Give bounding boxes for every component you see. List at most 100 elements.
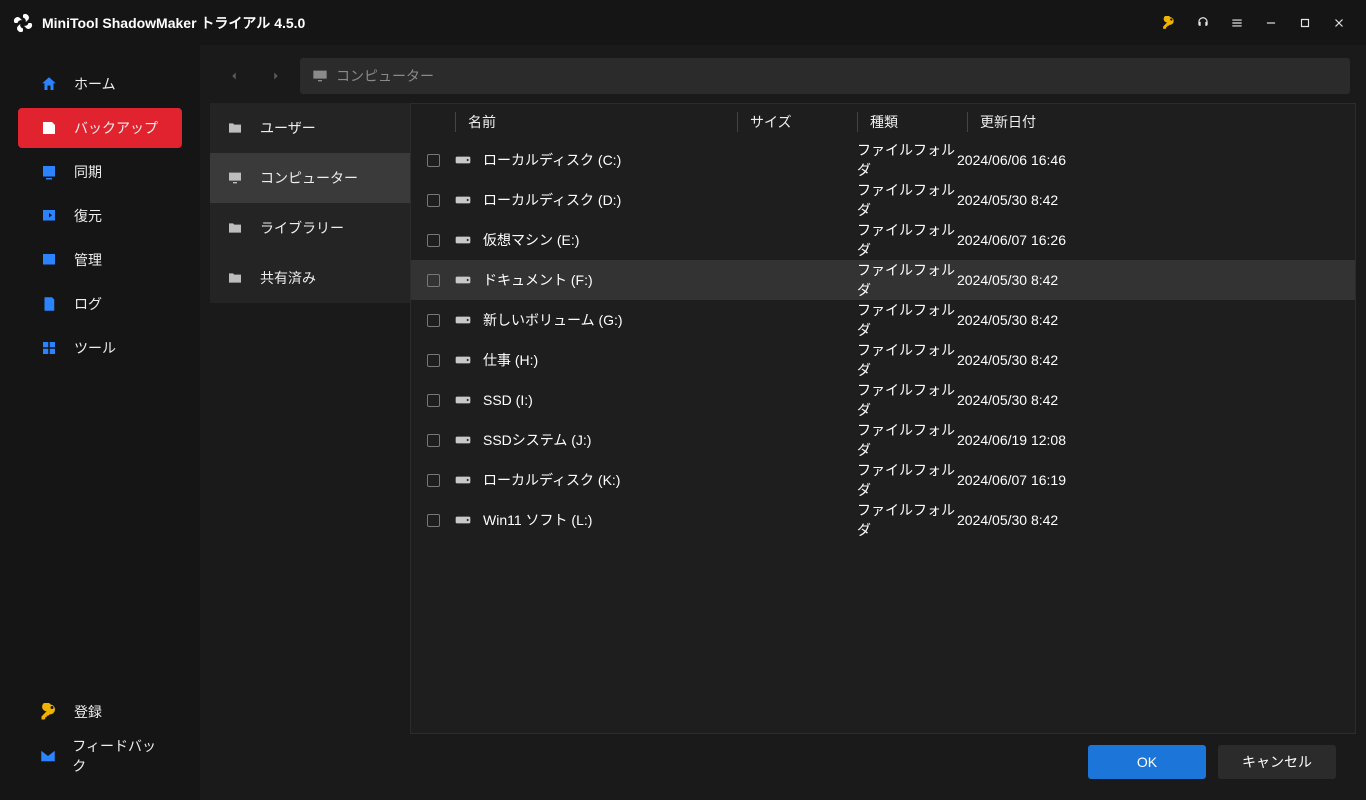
address-label: コンピューター <box>336 66 434 86</box>
drive-icon <box>455 515 475 525</box>
sidebar-item-logs[interactable]: ログ <box>18 284 182 324</box>
table-row[interactable]: ドキュメント (F:)ファイルフォルダ2024/05/30 8:42 <box>411 260 1355 300</box>
sidebar-item-manage[interactable]: 管理 <box>18 240 182 280</box>
table-row[interactable]: ローカルディスク (K:)ファイルフォルダ2024/06/07 16:19 <box>411 460 1355 500</box>
drive-icon <box>455 155 475 165</box>
row-type: ファイルフォルダ <box>857 420 957 460</box>
minimize-icon[interactable] <box>1256 8 1286 38</box>
folder-user-icon <box>224 120 246 136</box>
sidebar-item-home[interactable]: ホーム <box>18 64 182 104</box>
sidebar-item-feedback[interactable]: フィードバック <box>18 736 182 776</box>
row-date: 2024/06/07 16:26 <box>957 232 1157 248</box>
sidebar-item-restore[interactable]: 復元 <box>18 196 182 236</box>
tree-item-label: ユーザー <box>260 118 316 138</box>
sync-icon <box>38 161 60 183</box>
monitor-icon <box>224 170 246 186</box>
table-row[interactable]: SSDシステム (J:) ファイルフォルダ2024/06/19 12:08 <box>411 420 1355 460</box>
tree-item-shared[interactable]: 共有済み <box>210 253 410 303</box>
row-type: ファイルフォルダ <box>857 500 957 540</box>
sidebar-item-label: 復元 <box>74 206 102 226</box>
mail-icon <box>38 745 58 767</box>
tree-item-computer[interactable]: コンピューター <box>210 153 410 203</box>
main: ホームバックアップ同期復元管理ログツール 登録フィードバック <box>0 45 1366 800</box>
row-type: ファイルフォルダ <box>857 180 957 220</box>
backup-icon <box>38 117 60 139</box>
row-checkbox[interactable] <box>427 514 455 527</box>
row-name: 仮想マシン (E:) <box>483 230 737 250</box>
sidebar-item-backup[interactable]: バックアップ <box>18 108 182 148</box>
table-row[interactable]: ローカルディスク (C:)ファイルフォルダ2024/06/06 16:46 <box>411 140 1355 180</box>
row-date: 2024/06/07 16:19 <box>957 472 1157 488</box>
row-name: SSDシステム (J:) <box>483 430 737 450</box>
support-icon[interactable] <box>1188 8 1218 38</box>
sidebar-item-label: 管理 <box>74 250 102 270</box>
row-checkbox[interactable] <box>427 154 455 167</box>
row-type: ファイルフォルダ <box>857 220 957 260</box>
table-row[interactable]: 新しいボリューム (G:)ファイルフォルダ2024/05/30 8:42 <box>411 300 1355 340</box>
address-row: コンピューター <box>210 55 1356 97</box>
row-date: 2024/05/30 8:42 <box>957 392 1157 408</box>
sidebar-item-sync[interactable]: 同期 <box>18 152 182 192</box>
row-checkbox[interactable] <box>427 234 455 247</box>
cancel-button[interactable]: キャンセル <box>1218 745 1336 779</box>
file-browser: コンピューター ユーザーコンピューターライブラリー共有済み 名前 サイズ 種類 … <box>210 55 1356 734</box>
col-size[interactable]: サイズ <box>737 112 857 132</box>
sidebar-item-label: バックアップ <box>74 118 158 138</box>
col-date[interactable]: 更新日付 <box>967 112 1167 132</box>
home-icon <box>38 73 60 95</box>
monitor-icon <box>312 69 328 83</box>
sidebar-item-label: ホーム <box>74 74 116 94</box>
row-checkbox[interactable] <box>427 194 455 207</box>
col-name[interactable]: 名前 <box>455 112 737 132</box>
sidebar-item-register[interactable]: 登録 <box>18 692 182 732</box>
row-date: 2024/05/30 8:42 <box>957 192 1157 208</box>
row-date: 2024/06/19 12:08 <box>957 432 1157 448</box>
tools-icon <box>38 337 60 359</box>
sidebar-item-label: ログ <box>74 294 102 314</box>
drive-icon <box>455 395 475 405</box>
key-icon[interactable] <box>1154 8 1184 38</box>
table-row[interactable]: Win11 ソフト (L:)ファイルフォルダ2024/05/30 8:42 <box>411 500 1355 540</box>
row-type: ファイルフォルダ <box>857 380 957 420</box>
tree-item-users[interactable]: ユーザー <box>210 103 410 153</box>
drive-icon <box>455 435 475 445</box>
row-checkbox[interactable] <box>427 354 455 367</box>
menu-icon[interactable] <box>1222 8 1252 38</box>
app-title: MiniTool ShadowMaker トライアル 4.5.0 <box>42 13 305 33</box>
row-name: ローカルディスク (K:) <box>483 470 737 490</box>
ok-button[interactable]: OK <box>1088 745 1206 779</box>
folder-icon <box>224 220 246 236</box>
table-row[interactable]: 仕事 (H:) ファイルフォルダ2024/05/30 8:42 <box>411 340 1355 380</box>
key-icon <box>38 701 60 723</box>
row-checkbox[interactable] <box>427 394 455 407</box>
tree-item-label: コンピューター <box>260 168 358 188</box>
row-date: 2024/05/30 8:42 <box>957 312 1157 328</box>
table-row[interactable]: SSD (I:)ファイルフォルダ2024/05/30 8:42 <box>411 380 1355 420</box>
sidebar-item-tools[interactable]: ツール <box>18 328 182 368</box>
address-bar[interactable]: コンピューター <box>300 58 1350 94</box>
nav-back-button[interactable] <box>216 58 252 94</box>
row-type: ファイルフォルダ <box>857 300 957 340</box>
row-checkbox[interactable] <box>427 314 455 327</box>
row-checkbox[interactable] <box>427 434 455 447</box>
row-date: 2024/05/30 8:42 <box>957 352 1157 368</box>
titlebar: MiniTool ShadowMaker トライアル 4.5.0 <box>0 0 1366 45</box>
tree-item-library[interactable]: ライブラリー <box>210 203 410 253</box>
content: コンピューター ユーザーコンピューターライブラリー共有済み 名前 サイズ 種類 … <box>200 45 1366 800</box>
sidebar-item-label: フィードバック <box>72 736 162 776</box>
row-name: ドキュメント (F:) <box>483 270 737 290</box>
row-checkbox[interactable] <box>427 474 455 487</box>
close-icon[interactable] <box>1324 8 1354 38</box>
table-row[interactable]: 仮想マシン (E:) ファイルフォルダ2024/06/07 16:26 <box>411 220 1355 260</box>
row-type: ファイルフォルダ <box>857 340 957 380</box>
folder-icon <box>224 270 246 286</box>
drive-icon <box>455 195 475 205</box>
sidebar-item-label: ツール <box>74 338 116 358</box>
row-checkbox[interactable] <box>427 274 455 287</box>
row-type: ファイルフォルダ <box>857 140 957 180</box>
row-name: 仕事 (H:) <box>483 350 737 370</box>
maximize-icon[interactable] <box>1290 8 1320 38</box>
nav-forward-button[interactable] <box>258 58 294 94</box>
table-row[interactable]: ローカルディスク (D:)ファイルフォルダ2024/05/30 8:42 <box>411 180 1355 220</box>
col-type[interactable]: 種類 <box>857 112 967 132</box>
